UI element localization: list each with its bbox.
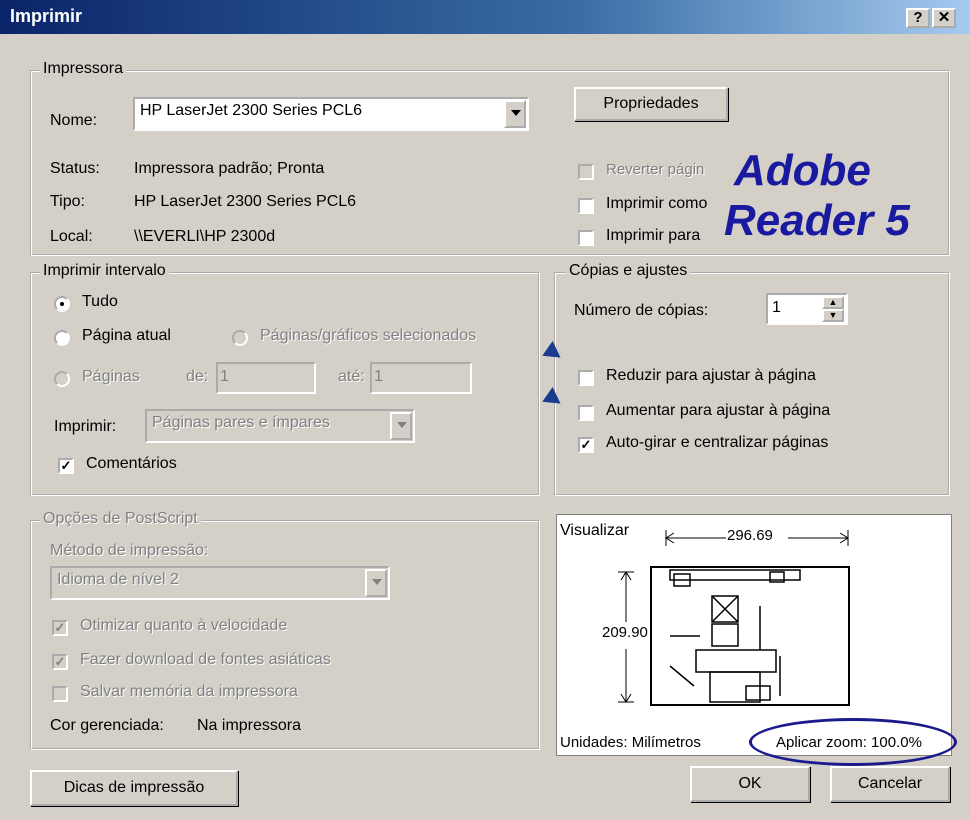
color-managed-label: Cor gerenciada: bbox=[50, 717, 164, 734]
range-current-label: Página atual bbox=[82, 327, 171, 344]
method-label: Método de impressão: bbox=[50, 542, 209, 559]
range-all-label: Tudo bbox=[82, 293, 118, 310]
autorotate-checkbox[interactable]: ✓ bbox=[578, 437, 594, 453]
print-subset-label: Imprimir: bbox=[54, 418, 117, 435]
watermark-line2: Reader 5 bbox=[724, 196, 910, 245]
spin-down-icon[interactable]: ▼ bbox=[822, 309, 844, 322]
shrink-checkbox[interactable] bbox=[578, 370, 594, 386]
method-select: Idioma de nível 2 bbox=[50, 566, 390, 600]
enlarge-checkbox[interactable] bbox=[578, 405, 594, 421]
window-title: Imprimir bbox=[10, 6, 83, 26]
status-label: Status: bbox=[50, 160, 100, 177]
print-as-label: Imprimir como bbox=[606, 195, 708, 212]
page-thumbnail-icon bbox=[650, 566, 850, 706]
range-pages-radio bbox=[54, 371, 70, 387]
cancel-button[interactable]: Cancelar bbox=[830, 766, 950, 802]
properties-button[interactable]: Propriedades bbox=[574, 87, 728, 121]
comments-checkbox[interactable]: ✓ bbox=[58, 458, 74, 474]
to-label: até: bbox=[338, 368, 365, 385]
printer-name-select[interactable]: HP LaserJet 2300 Series PCL6 bbox=[133, 97, 529, 131]
preview-units: Unidades: Milímetros bbox=[560, 734, 701, 751]
printer-group-label: Impressora bbox=[40, 60, 127, 78]
ok-button[interactable]: OK bbox=[690, 766, 810, 802]
chevron-down-icon[interactable] bbox=[504, 100, 526, 128]
download-fonts-checkbox: ✓ bbox=[52, 654, 68, 670]
range-selected-label: Páginas/gráficos selecionados bbox=[260, 327, 477, 344]
local-value: \\EVERLI\HP 2300d bbox=[134, 228, 276, 245]
comments-label: Comentários bbox=[86, 455, 177, 472]
chevron-down-icon bbox=[365, 569, 387, 597]
from-input: 1 bbox=[216, 362, 316, 394]
print-tips-button[interactable]: Dicas de impressão bbox=[30, 770, 238, 806]
range-selected-radio bbox=[232, 330, 248, 346]
title-bar[interactable] bbox=[0, 0, 970, 34]
print-as-checkbox[interactable] bbox=[578, 198, 594, 214]
save-memory-checkbox bbox=[52, 686, 68, 702]
spin-up-icon[interactable]: ▲ bbox=[822, 296, 844, 309]
help-button[interactable]: ? bbox=[906, 8, 930, 28]
print-to-checkbox[interactable] bbox=[578, 230, 594, 246]
method-value: Idioma de nível 2 bbox=[57, 571, 179, 588]
shrink-label: Reduzir para ajustar à página bbox=[606, 367, 816, 384]
copies-group-label: Cópias e ajustes bbox=[566, 262, 691, 280]
chevron-down-icon bbox=[390, 412, 412, 440]
optimize-checkbox: ✓ bbox=[52, 620, 68, 636]
autorotate-label: Auto-girar e centralizar páginas bbox=[606, 434, 829, 451]
from-label: de: bbox=[186, 368, 209, 385]
type-value: HP LaserJet 2300 Series PCL6 bbox=[134, 193, 357, 210]
reverse-pages-label: Reverter págin bbox=[606, 161, 705, 178]
preview-height-value: 209.90 bbox=[602, 624, 648, 641]
download-fonts-label: Fazer download de fontes asiáticas bbox=[80, 651, 331, 668]
to-input: 1 bbox=[370, 362, 472, 394]
print-subset-value: Páginas pares e ímpares bbox=[152, 414, 330, 431]
save-memory-label: Salvar memória da impressora bbox=[80, 683, 298, 700]
printer-name-value: HP LaserJet 2300 Series PCL6 bbox=[140, 102, 363, 119]
preview-width-value: 296.69 bbox=[727, 527, 773, 544]
print-to-label: Imprimir para bbox=[606, 227, 701, 244]
reverse-pages-checkbox bbox=[578, 164, 594, 180]
color-managed-value: Na impressora bbox=[197, 717, 302, 734]
local-label: Local: bbox=[50, 228, 93, 245]
watermark-line1: Adobe bbox=[734, 146, 871, 195]
enlarge-label: Aumentar para ajustar à página bbox=[606, 402, 831, 419]
close-button[interactable]: ✕ bbox=[932, 8, 956, 28]
printer-name-label: Nome: bbox=[50, 112, 98, 129]
copies-count-label: Número de cópias: bbox=[574, 302, 709, 319]
range-group-label: Imprimir intervalo bbox=[40, 262, 169, 280]
range-all-radio[interactable] bbox=[54, 296, 70, 312]
preview-zoom: Aplicar zoom: 100.0% bbox=[776, 734, 922, 751]
type-label: Tipo: bbox=[50, 193, 85, 210]
range-current-radio[interactable] bbox=[54, 330, 70, 346]
print-subset-select: Páginas pares e ímpares bbox=[145, 409, 415, 443]
optimize-label: Otimizar quanto à velocidade bbox=[80, 617, 288, 634]
status-value: Impressora padrão; Pronta bbox=[134, 160, 325, 177]
range-pages-label: Páginas bbox=[82, 368, 140, 385]
postscript-group-label: Opções de PostScript bbox=[40, 510, 201, 528]
